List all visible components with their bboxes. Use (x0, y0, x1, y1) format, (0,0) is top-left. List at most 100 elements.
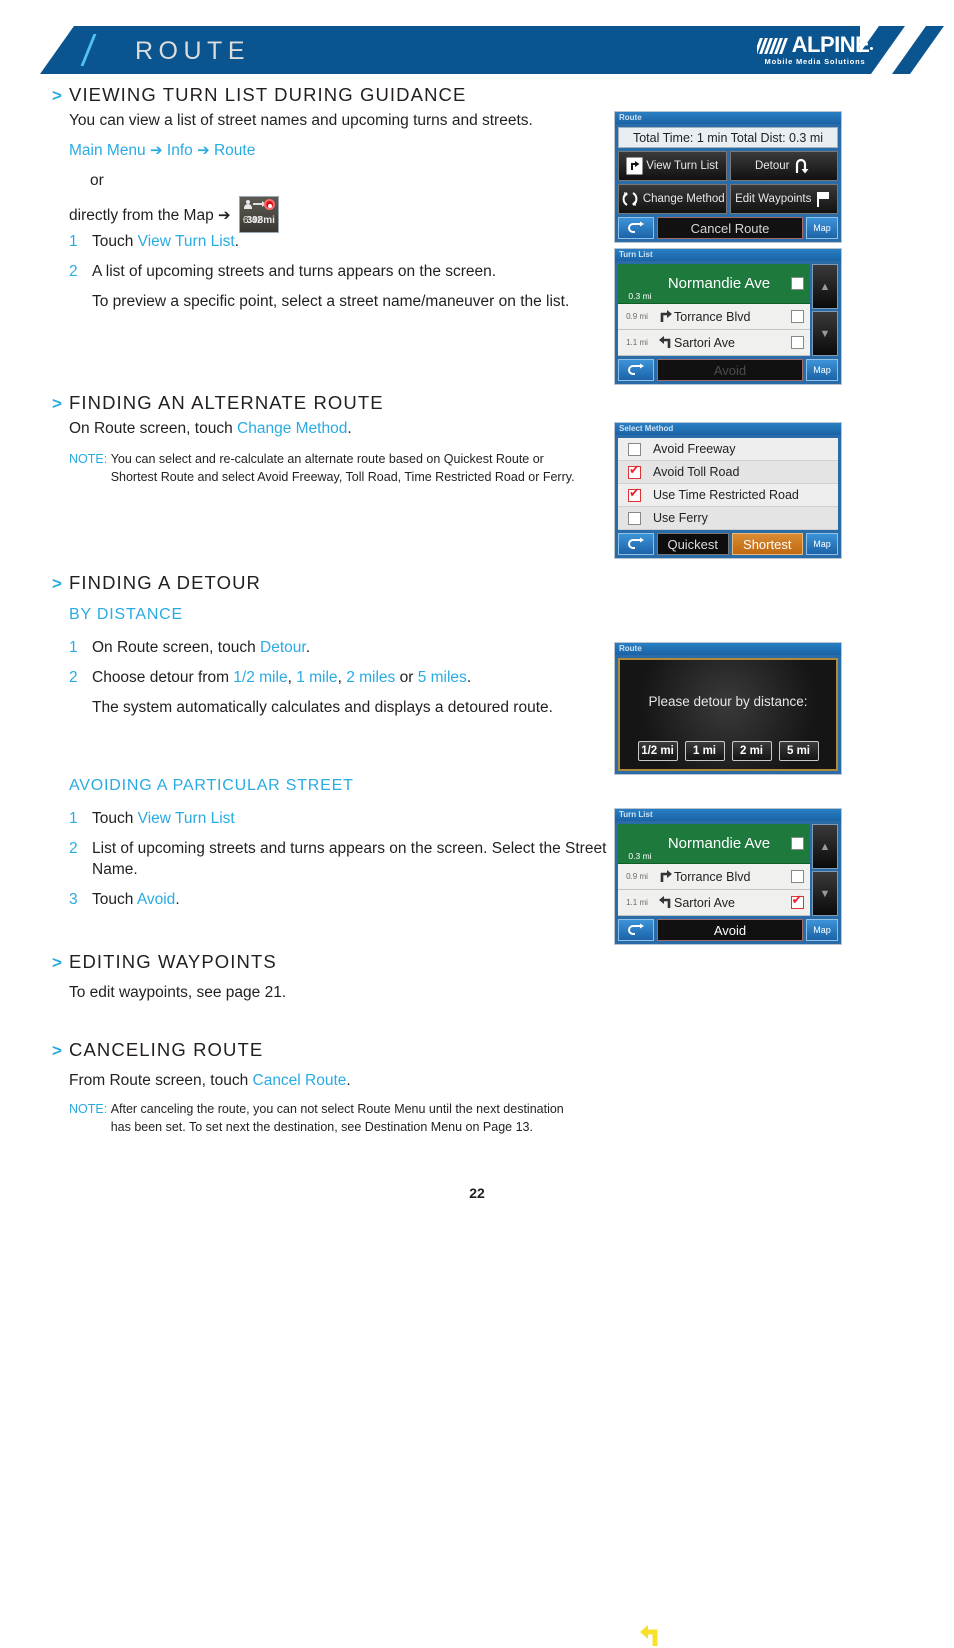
alpine-logo-wordmark: ALPINE (740, 34, 890, 56)
back-arrow-icon (628, 537, 644, 549)
row-distance: 0.9 mi (626, 312, 648, 321)
route-button-row-1: View Turn List Detour (618, 151, 838, 181)
option-half-mile[interactable]: 1/2 mile (233, 669, 287, 686)
turn-list-scrollbar[interactable]: ▲ ▼ (812, 824, 838, 916)
turn-list-back-button[interactable] (618, 919, 654, 941)
detour-distance-buttons: 1/2 mi 1 mi 2 mi 5 mi (637, 741, 819, 761)
list-item[interactable]: Use Ferry (618, 507, 838, 530)
detour-dialog-titlebar: Route (615, 643, 841, 655)
chevron-right-icon: > (52, 86, 62, 105)
row-checkbox-cell[interactable] (784, 870, 810, 883)
heading-text: FINDING AN ALTERNATE ROUTE (69, 392, 384, 413)
btn-detour-five-miles[interactable]: 5 mi (778, 741, 819, 761)
route-btn-change-method-label: Change Method (642, 193, 725, 205)
table-row[interactable]: 0.9 mi Torrance Blvd (618, 864, 810, 890)
step-number: 1 (69, 810, 78, 827)
path-route[interactable]: Route (214, 142, 255, 159)
option-two-miles[interactable]: 2 miles (346, 669, 395, 686)
screenshot-turn-list-1: Turn List 0.3 mi Normandie Ave 0.9 mi To… (614, 248, 842, 526)
link-detour[interactable]: Detour (260, 639, 306, 656)
row-checkbox-cell[interactable] (784, 837, 810, 850)
turn-list-2-bottom-bar: Avoid Map (618, 919, 838, 941)
turn-list-2-wrap: 0.3 mi Normandie Ave 0.9 mi Torrance Blv… (618, 824, 838, 1646)
row-checkbox[interactable] (790, 870, 804, 883)
screenshot-select-method: Select Method Avoid Freeway Avoid Toll R… (614, 422, 842, 559)
route-btn-view-turn-list[interactable]: View Turn List (618, 151, 727, 181)
row-checkbox[interactable] (790, 336, 804, 349)
turn-list-avoid-button-active[interactable]: Avoid (657, 919, 803, 941)
route-total-info: Total Time: 1 min Total Dist: 0.3 mi (618, 127, 838, 148)
note-body: After canceling the route, you can not s… (110, 1102, 564, 1134)
table-row[interactable]: 0.3 mi Normandie Ave (618, 264, 810, 526)
step-text: Touch View Turn List. (92, 231, 599, 252)
list-item[interactable]: Avoid Freeway (618, 438, 838, 461)
checkbox-avoid-toll-road[interactable] (628, 463, 641, 479)
row-checkbox[interactable] (790, 310, 804, 323)
table-row[interactable]: 1.1 mi Sartori Ave (618, 890, 810, 916)
link-cancel-route[interactable]: Cancel Route (253, 1072, 347, 1089)
link-change-method[interactable]: Change Method (237, 420, 347, 437)
route-btn-cancel-route[interactable]: Cancel Route (657, 217, 803, 239)
scroll-down-button[interactable]: ▼ (812, 871, 838, 916)
route-btn-detour[interactable]: Detour (729, 151, 838, 181)
row-checkbox-cell[interactable] (784, 893, 810, 909)
turn-list-1-rows: 0.3 mi Normandie Ave 0.9 mi Torrance Blv… (618, 264, 810, 526)
heading-text: FINDING A DETOUR (69, 572, 262, 593)
checkbox-use-ferry[interactable] (628, 511, 641, 525)
map-route-thumbnail-icon[interactable]: 6:42 398mi (238, 196, 279, 233)
detour-dialog-box: Please detour by distance: 1/2 mi 1 mi 2… (618, 658, 838, 771)
row-checkbox-cell[interactable] (784, 277, 810, 290)
row-checkbox-cell[interactable] (784, 310, 810, 323)
step-number: 2 (69, 263, 78, 280)
scroll-up-button[interactable]: ▲ (812, 824, 838, 869)
table-row[interactable]: 0.9 mi Torrance Blvd (618, 304, 810, 330)
select-method-bottom-bar: Quickest Shortest Map (618, 533, 838, 555)
heading-text: CANCELING ROUTE (69, 1039, 264, 1060)
row-checkbox[interactable] (790, 277, 804, 290)
list-item[interactable]: Avoid Toll Road (618, 461, 838, 484)
table-row[interactable]: 0.3 mi Normandie Ave (618, 824, 810, 1646)
turn-list-map-button[interactable]: Map (806, 919, 838, 941)
option-five-miles[interactable]: 5 miles (418, 669, 467, 686)
path-info[interactable]: Info (167, 142, 193, 159)
route-btn-map[interactable]: Map (806, 217, 838, 239)
turn-list-map-button[interactable]: Map (806, 359, 838, 381)
table-row[interactable]: 1.1 mi Sartori Ave (618, 330, 810, 356)
btn-quickest[interactable]: Quickest (657, 533, 729, 555)
label-avoid-toll-road: Avoid Toll Road (653, 465, 740, 479)
turn-list-scrollbar[interactable]: ▲ ▼ (812, 264, 838, 356)
btn-detour-two-miles[interactable]: 2 mi (731, 741, 772, 761)
step-text: List of upcoming streets and turns appea… (92, 840, 607, 878)
link-avoid[interactable]: Avoid (137, 891, 176, 908)
scroll-up-button[interactable]: ▲ (812, 264, 838, 309)
btn-shortest[interactable]: Shortest (731, 533, 803, 555)
step-number: 2 (69, 840, 78, 857)
route-back-button[interactable] (618, 217, 654, 239)
btn-detour-one-mile[interactable]: 1 mi (684, 741, 725, 761)
alpine-bars-icon (756, 38, 791, 54)
step-link-view-turn-list[interactable]: View Turn List (138, 233, 235, 250)
option-one-mile[interactable]: 1 mile (296, 669, 337, 686)
row-checkbox-checked[interactable] (790, 893, 804, 909)
alternate-route-post: . (347, 420, 352, 437)
checkbox-use-time-restricted-road[interactable] (628, 486, 641, 502)
row-checkbox[interactable] (790, 837, 804, 850)
checkbox-avoid-freeway[interactable] (628, 442, 641, 456)
list-item[interactable]: Use Time Restricted Road (618, 484, 838, 507)
scroll-down-button[interactable]: ▼ (812, 311, 838, 356)
link-view-turn-list-2[interactable]: View Turn List (138, 810, 235, 827)
period: . (466, 669, 472, 686)
row-checkbox-cell[interactable] (784, 336, 810, 349)
path-main-menu[interactable]: Main Menu (69, 142, 146, 159)
route-btn-edit-waypoints[interactable]: Edit Waypoints (729, 184, 838, 214)
chevron-right-icon: > (52, 394, 62, 413)
turn-list-back-button[interactable] (618, 359, 654, 381)
route-btn-change-method[interactable]: Change Method (618, 184, 727, 214)
select-method-back-button[interactable] (618, 533, 654, 555)
btn-detour-half-mile[interactable]: 1/2 mi (637, 741, 678, 761)
detour-arrow-icon (795, 158, 809, 174)
select-method-map-button[interactable]: Map (806, 533, 838, 555)
turn-list-avoid-button[interactable]: Avoid (657, 359, 803, 381)
row-street-name: Normandie Ave (667, 275, 771, 292)
editing-waypoints-line: To edit waypoints, see page 21. (69, 984, 287, 1001)
